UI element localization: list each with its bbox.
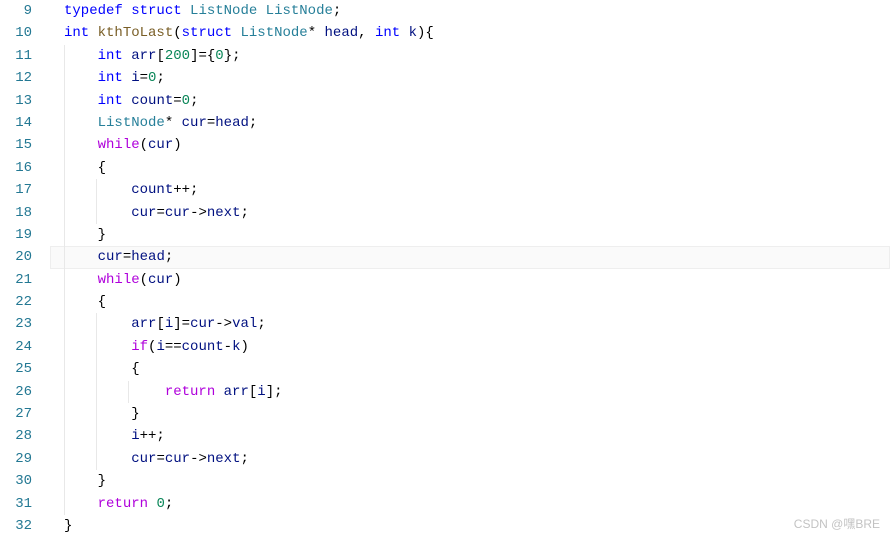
line-number: 9: [0, 0, 32, 22]
line-number: 20: [0, 246, 32, 268]
code-line[interactable]: int i=0;: [50, 67, 890, 89]
code-line[interactable]: while(cur): [50, 269, 890, 291]
code-line[interactable]: return 0;: [50, 493, 890, 515]
code-line[interactable]: }: [50, 470, 890, 492]
code-line[interactable]: }: [50, 515, 890, 537]
code-line[interactable]: int count=0;: [50, 90, 890, 112]
code-line[interactable]: {: [50, 157, 890, 179]
line-number: 23: [0, 313, 32, 335]
line-number: 11: [0, 45, 32, 67]
line-number: 15: [0, 134, 32, 156]
code-line[interactable]: count++;: [50, 179, 890, 201]
code-line[interactable]: {: [50, 358, 890, 380]
line-number: 27: [0, 403, 32, 425]
line-number: 17: [0, 179, 32, 201]
line-number: 31: [0, 493, 32, 515]
code-line[interactable]: {: [50, 291, 890, 313]
line-number: 13: [0, 90, 32, 112]
code-line[interactable]: i++;: [50, 425, 890, 447]
code-line[interactable]: int kthToLast(struct ListNode* head, int…: [50, 22, 890, 44]
line-number: 22: [0, 291, 32, 313]
line-number: 21: [0, 269, 32, 291]
code-line[interactable]: cur=head;: [50, 246, 890, 268]
code-line[interactable]: arr[i]=cur->val;: [50, 313, 890, 335]
code-line[interactable]: }: [50, 403, 890, 425]
code-line[interactable]: cur=cur->next;: [50, 202, 890, 224]
line-number: 16: [0, 157, 32, 179]
code-line[interactable]: if(i==count-k): [50, 336, 890, 358]
line-number: 29: [0, 448, 32, 470]
line-number: 26: [0, 381, 32, 403]
code-line[interactable]: ListNode* cur=head;: [50, 112, 890, 134]
line-number: 30: [0, 470, 32, 492]
watermark: CSDN @嘿BRE: [794, 515, 880, 532]
code-line[interactable]: while(cur): [50, 134, 890, 156]
code-area[interactable]: typedef struct ListNode ListNode;int kth…: [50, 0, 890, 538]
line-number-gutter: 9101112131415161718192021222324252627282…: [0, 0, 50, 538]
line-number: 25: [0, 358, 32, 380]
line-number: 12: [0, 67, 32, 89]
line-number: 24: [0, 336, 32, 358]
code-line[interactable]: }: [50, 224, 890, 246]
line-number: 28: [0, 425, 32, 447]
code-line[interactable]: int arr[200]={0};: [50, 45, 890, 67]
code-editor[interactable]: 9101112131415161718192021222324252627282…: [0, 0, 890, 538]
code-line[interactable]: cur=cur->next;: [50, 448, 890, 470]
line-number: 32: [0, 515, 32, 537]
line-number: 19: [0, 224, 32, 246]
code-line[interactable]: return arr[i];: [50, 381, 890, 403]
line-number: 10: [0, 22, 32, 44]
line-number: 14: [0, 112, 32, 134]
code-line[interactable]: typedef struct ListNode ListNode;: [50, 0, 890, 22]
line-number: 18: [0, 202, 32, 224]
